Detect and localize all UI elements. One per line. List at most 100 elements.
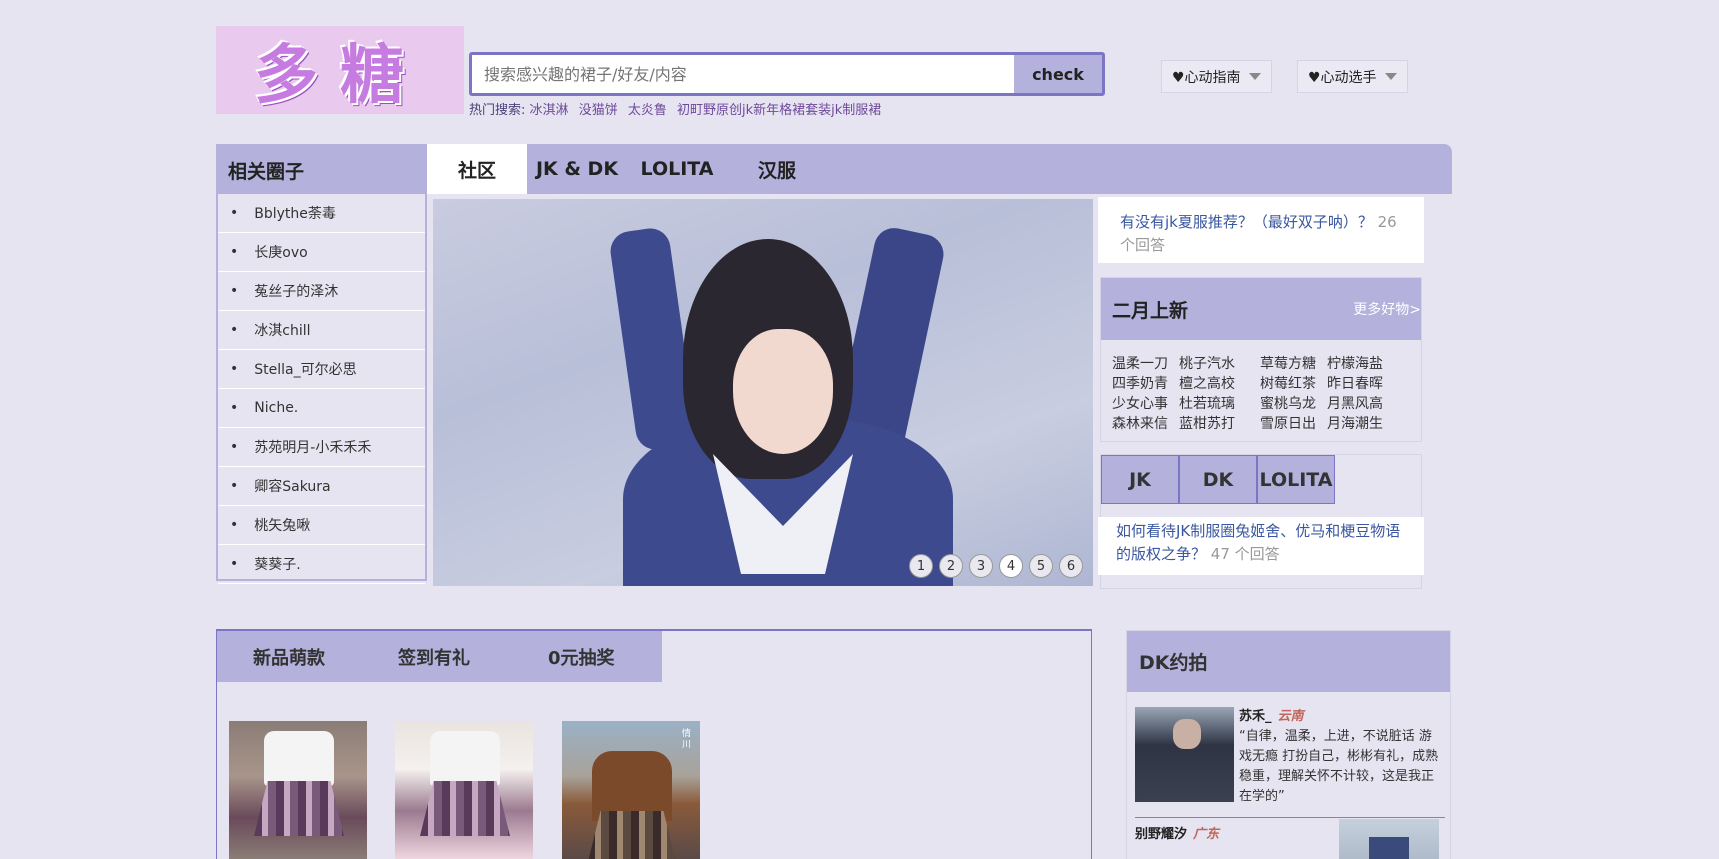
carousel-dot[interactable]: 5 <box>1029 554 1053 578</box>
sidebar-list: Bblythe荼毒 长庚ovo 菟丝子的泽沐 冰淇chill Stella_可尔… <box>218 194 425 584</box>
dk-title: DK约拍 <box>1127 631 1450 692</box>
product-name[interactable]: 雪原日出 <box>1260 414 1327 434</box>
product-name[interactable]: 树莓红茶 <box>1260 374 1327 394</box>
post-photo[interactable] <box>1339 819 1439 859</box>
user-name[interactable]: 苏禾_ <box>1239 709 1272 724</box>
sidebar-item[interactable]: Bblythe荼毒 <box>218 194 425 233</box>
product-name[interactable]: 四季奶青 <box>1112 374 1179 394</box>
post-text: 苏禾_ 云南 “自律，温柔，上进，不说脏话 游戏无瘾 打扮自己，彬彬有礼，成熟稳重… <box>1239 707 1439 807</box>
sidebar-item[interactable]: 卿容Sakura <box>218 467 425 506</box>
dk-post[interactable]: 别野耀汐 广东 <box>1135 819 1445 859</box>
tab-jk[interactable]: JK <box>1101 455 1179 504</box>
photo-shape <box>592 751 672 821</box>
product-name[interactable]: 草莓方糖 <box>1260 354 1327 374</box>
photo-shape <box>430 731 500 786</box>
product-thumbnail[interactable]: 情川 <box>562 721 700 859</box>
dk-photoshoot: DK约拍 苏禾_ 云南 “自律，温柔，上进，不说脏话 游戏无瘾 打扮自己，彬彬有礼… <box>1126 630 1451 859</box>
photo-shape <box>733 329 833 454</box>
hero-carousel[interactable]: 1 2 3 4 5 6 <box>433 199 1093 586</box>
divider <box>1135 817 1445 818</box>
tab-dk[interactable]: DK <box>1179 455 1257 504</box>
tab-checkin-gift[interactable]: 签到有礼 <box>398 631 470 682</box>
tab-lolita-small[interactable]: LOLITA <box>1257 455 1335 504</box>
caret-down-icon <box>1248 73 1261 80</box>
product-name[interactable]: 温柔一刀 <box>1112 354 1179 374</box>
photo-shape <box>587 811 677 859</box>
product-section: 新品萌款 签到有礼 0元抽奖 情川 <box>216 629 1092 859</box>
february-new: 二月上新 更多好物> 温柔一刀 桃子汽水 草莓方糖 柠檬海盐 四季奶青 檀之高校… <box>1100 277 1422 442</box>
sidebar-item[interactable]: 葵葵子. <box>218 545 425 584</box>
photo-shape <box>264 731 334 786</box>
sidebar-item[interactable]: 冰淇chill <box>218 311 425 350</box>
product-name[interactable]: 月黑风高 <box>1327 394 1394 414</box>
dropdown-label: ♥心动选手 <box>1308 69 1377 86</box>
search-bar: check <box>469 52 1105 96</box>
dropdown-heart-player[interactable]: ♥心动选手 <box>1297 60 1408 93</box>
tab-new-items[interactable]: 新品萌款 <box>253 631 325 682</box>
photo-shape <box>254 781 344 836</box>
carousel-dot[interactable]: 3 <box>969 554 993 578</box>
tab-jk-dk[interactable]: JK & DK <box>527 144 627 194</box>
carousel-dot[interactable]: 6 <box>1059 554 1083 578</box>
product-name[interactable]: 蓝柑苏打 <box>1179 414 1260 434</box>
post-quote: “自律，温柔，上进，不说脏话 游戏无瘾 打扮自己，彬彬有礼，成熟稳重，理解关怀不… <box>1239 729 1439 804</box>
sidebar-circles: 相关圈子 Bblythe荼毒 长庚ovo 菟丝子的泽沐 冰淇chill Stel… <box>216 144 427 584</box>
product-name[interactable]: 蜜桃乌龙 <box>1260 394 1327 414</box>
sidebar-item[interactable]: 长庚ovo <box>218 233 425 272</box>
question-link[interactable]: 有没有jk夏服推荐？（最好双子呐）？ 26 个回答 <box>1098 197 1424 263</box>
sidebar-item[interactable]: 菟丝子的泽沐 <box>218 272 425 311</box>
user-name[interactable]: 别野耀汐 <box>1135 827 1187 842</box>
sidebar-item[interactable]: Niche. <box>218 389 425 428</box>
february-title: 二月上新 <box>1112 299 1189 322</box>
answer-count: 47 个回答 <box>1210 545 1280 563</box>
hot-search-link[interactable]: 没猫饼 <box>579 103 618 118</box>
carousel-dot[interactable]: 1 <box>909 554 933 578</box>
product-tabs: 新品萌款 签到有礼 0元抽奖 <box>217 631 662 682</box>
hot-search: 热门搜索: 冰淇淋 没猫饼 太炎鲁 初町野原创jk新年格裙套装jk制服裙 <box>469 99 887 118</box>
carousel-dot-active[interactable]: 4 <box>999 554 1023 578</box>
product-name[interactable]: 柠檬海盐 <box>1327 354 1394 374</box>
product-name[interactable]: 檀之高校 <box>1179 374 1260 394</box>
caret-down-icon <box>1384 73 1397 80</box>
carousel-dots: 1 2 3 4 5 6 <box>909 554 1083 578</box>
product-thumbnail[interactable] <box>395 721 533 859</box>
product-thumbnail[interactable] <box>229 721 367 859</box>
post-text: 别野耀汐 广东 <box>1135 825 1335 845</box>
product-name[interactable]: 月海潮生 <box>1327 414 1394 434</box>
hot-search-link[interactable]: 初町野原创jk新年格裙套装jk制服裙 <box>677 103 881 118</box>
thumbnail-caption: 情川 <box>682 729 692 750</box>
dropdown-heart-guide[interactable]: ♥心动指南 <box>1161 60 1272 93</box>
tab-lolita[interactable]: LOLITA <box>627 144 727 194</box>
sidebar-item[interactable]: 桃矢兔啾 <box>218 506 425 545</box>
photo-shape <box>420 781 510 836</box>
post-photo[interactable] <box>1135 707 1234 802</box>
search-button[interactable]: check <box>1014 55 1102 93</box>
main-nav: 社区 JK & DK LOLITA 汉服 <box>427 144 1452 194</box>
product-name[interactable]: 少女心事 <box>1112 394 1179 414</box>
sidebar-item[interactable]: 苏苑明月-小禾禾禾 <box>218 428 425 467</box>
more-goods-link[interactable]: 更多好物> <box>1353 299 1421 319</box>
sidebar-item[interactable]: Stella_可尔必思 <box>218 350 425 389</box>
user-location: 广东 <box>1193 827 1220 842</box>
hot-search-link[interactable]: 太炎鲁 <box>628 103 667 118</box>
tab-community[interactable]: 社区 <box>427 144 527 194</box>
tab-free-lottery[interactable]: 0元抽奖 <box>548 631 615 682</box>
right-panel: 有没有jk夏服推荐？（最好双子呐）？ 26 个回答 二月上新 更多好物> 温柔一… <box>1098 197 1424 589</box>
site-logo[interactable]: 多糖 <box>216 26 464 114</box>
february-grid: 温柔一刀 桃子汽水 草莓方糖 柠檬海盐 四季奶青 檀之高校 树莓红茶 昨日春晖 … <box>1101 340 1421 434</box>
carousel-dot[interactable]: 2 <box>939 554 963 578</box>
hot-search-link[interactable]: 冰淇淋 <box>530 103 569 118</box>
logo-text: 多糖 <box>254 39 426 113</box>
sidebar-title: 相关圈子 <box>218 146 425 194</box>
dropdown-label: ♥心动指南 <box>1172 69 1241 86</box>
february-header: 二月上新 更多好物> <box>1101 278 1421 340</box>
product-name[interactable]: 昨日春晖 <box>1327 374 1394 394</box>
product-name[interactable]: 桃子汽水 <box>1179 354 1260 374</box>
search-input[interactable] <box>472 55 1014 93</box>
product-name[interactable]: 杜若琉璃 <box>1179 394 1260 414</box>
product-name[interactable]: 森林来信 <box>1112 414 1179 434</box>
dk-post[interactable]: 苏禾_ 云南 “自律，温柔，上进，不说脏话 游戏无瘾 打扮自己，彬彬有礼，成熟稳重… <box>1135 707 1445 807</box>
tab-hanfu[interactable]: 汉服 <box>727 144 827 194</box>
user-location: 云南 <box>1277 709 1304 724</box>
question-link[interactable]: 如何看待JK制服圈兔姬舍、优马和梗豆物语的版权之争？ 47 个回答 <box>1098 517 1424 575</box>
